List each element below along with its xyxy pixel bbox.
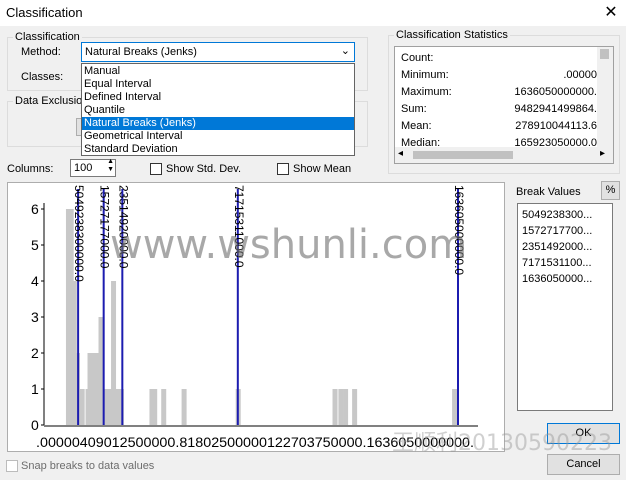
spin-arrows-icon[interactable]: ▲ ▼ bbox=[107, 158, 114, 174]
break-values-label: Break Values bbox=[516, 186, 581, 198]
stat-value: 1636050000000. bbox=[514, 86, 597, 98]
classification-group-label: Classification bbox=[15, 31, 80, 43]
break-values-list[interactable]: 5049238300... 1572717700... 2351492000..… bbox=[517, 203, 613, 411]
scroll-right-icon[interactable]: ▸ bbox=[600, 148, 605, 159]
scroll-thumb[interactable] bbox=[600, 49, 609, 59]
histogram-bar bbox=[79, 389, 85, 425]
scroll-thumb[interactable] bbox=[413, 151, 513, 159]
y-tick-label: 3 bbox=[31, 309, 39, 325]
title-bar bbox=[0, 0, 626, 26]
histogram-bar bbox=[332, 389, 338, 425]
method-option-natural-breaks[interactable]: Natural Breaks (Jenks) bbox=[82, 117, 354, 130]
watermark-corner: 王顺利20130590223 bbox=[392, 431, 612, 456]
chevron-down-icon[interactable]: ⌄ bbox=[341, 44, 350, 57]
stats-table: Count: Minimum: .00000 Maximum: 16360500… bbox=[394, 46, 614, 164]
break-value-item[interactable]: 1636050000... bbox=[522, 273, 592, 285]
stats-horizontal-scrollbar[interactable]: ◂ ▸ bbox=[395, 147, 613, 163]
show-std-dev-checkbox[interactable] bbox=[150, 163, 162, 175]
stats-vertical-scrollbar[interactable] bbox=[597, 47, 613, 147]
break-label: 5049238300000.0 bbox=[72, 185, 86, 282]
classes-label: Classes: bbox=[21, 71, 64, 83]
histogram-bar bbox=[352, 389, 358, 425]
histogram-bar bbox=[152, 389, 158, 425]
snap-checkbox[interactable] bbox=[6, 460, 18, 472]
columns-spinner[interactable]: 100 ▲ ▼ bbox=[70, 158, 116, 177]
data-exclusion-label: Data Exclusion bbox=[15, 95, 89, 107]
percent-button[interactable]: % bbox=[601, 181, 620, 200]
method-option-defined-interval[interactable]: Defined Interval bbox=[82, 91, 354, 104]
method-select[interactable]: Natural Breaks (Jenks) ⌄ bbox=[81, 42, 355, 62]
stat-label: Sum: bbox=[401, 103, 427, 115]
show-mean-label: Show Mean bbox=[293, 163, 352, 175]
stat-value: 9482941499864. bbox=[514, 103, 597, 115]
method-selected-value: Natural Breaks (Jenks) bbox=[85, 46, 197, 58]
columns-label: Columns: bbox=[7, 163, 54, 175]
y-tick-label: 6 bbox=[31, 201, 39, 217]
columns-value: 100 bbox=[74, 162, 93, 174]
stats-title: Classification Statistics bbox=[396, 29, 508, 41]
y-tick-label: 4 bbox=[31, 273, 39, 289]
histogram-bar bbox=[111, 281, 117, 425]
histogram-bar bbox=[161, 389, 167, 425]
y-tick-label: 5 bbox=[31, 237, 39, 253]
snap-label: Snap breaks to data values bbox=[21, 460, 155, 472]
histogram-bar bbox=[181, 389, 187, 425]
y-tick-label: 1 bbox=[31, 381, 39, 397]
stat-label: Count: bbox=[401, 52, 434, 64]
break-value-item[interactable]: 2351492000... bbox=[522, 241, 592, 253]
show-std-dev-label: Show Std. Dev. bbox=[166, 163, 241, 175]
method-dropdown-list: Manual Equal Interval Defined Interval Q… bbox=[81, 63, 355, 156]
show-mean-checkbox[interactable] bbox=[277, 163, 289, 175]
break-value-item[interactable]: 1572717700... bbox=[522, 225, 592, 237]
watermark-main: www.wshunli.com bbox=[110, 222, 468, 268]
y-tick-label: 2 bbox=[31, 345, 39, 361]
stat-label: Minimum: bbox=[401, 69, 449, 81]
stat-value: 278910044113.6 bbox=[515, 120, 597, 132]
histogram-bar bbox=[452, 389, 458, 425]
method-option-equal-interval[interactable]: Equal Interval bbox=[82, 78, 354, 91]
stat-label: Maximum: bbox=[401, 86, 452, 98]
break-value-item[interactable]: 7171531100... bbox=[522, 257, 592, 269]
histogram-bar bbox=[338, 389, 344, 425]
method-option-standard-deviation[interactable]: Standard Deviation bbox=[82, 143, 354, 156]
stat-value: .00000 bbox=[563, 69, 597, 81]
histogram-bar bbox=[343, 389, 349, 425]
scroll-left-icon[interactable]: ◂ bbox=[398, 148, 403, 159]
method-option-geometrical-interval[interactable]: Geometrical Interval bbox=[82, 130, 354, 143]
break-value-item[interactable]: 5049238300... bbox=[522, 209, 592, 221]
stat-label: Mean: bbox=[401, 120, 432, 132]
window-title: Classification bbox=[6, 5, 83, 20]
method-option-manual[interactable]: Manual bbox=[82, 65, 354, 78]
close-icon[interactable]: ✕ bbox=[600, 3, 622, 23]
y-tick-label: 0 bbox=[31, 417, 39, 433]
method-option-quantile[interactable]: Quantile bbox=[82, 104, 354, 117]
method-label: Method: bbox=[21, 46, 61, 58]
